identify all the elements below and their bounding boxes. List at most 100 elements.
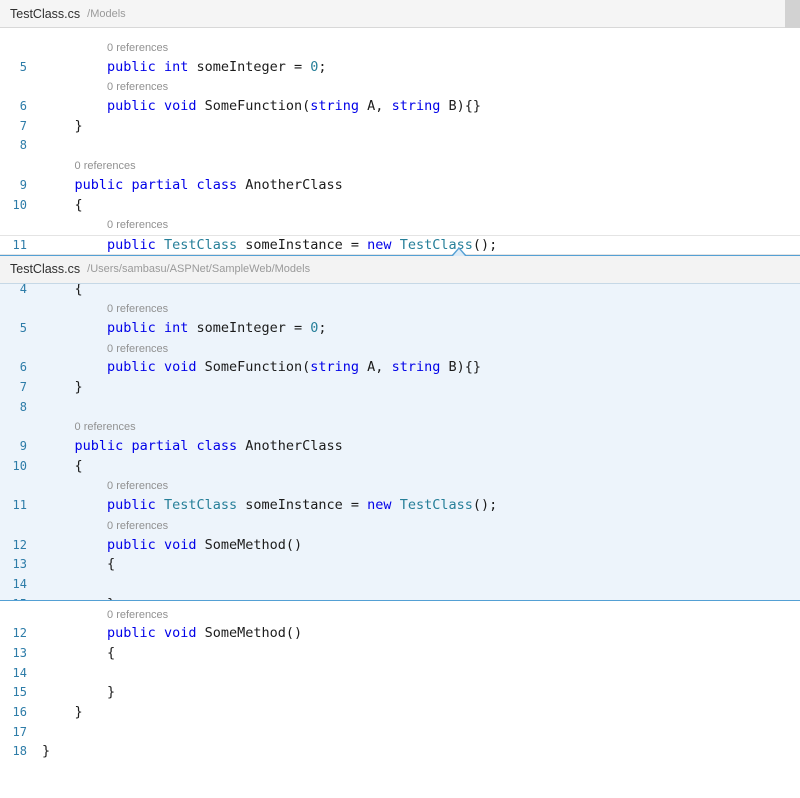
references-codelens[interactable]: 0 references xyxy=(75,160,136,172)
line-number[interactable]: 8 xyxy=(0,398,42,418)
line-number[interactable]: 12 xyxy=(0,536,42,556)
line-number[interactable]: 15 xyxy=(0,595,42,600)
code-line[interactable]: 12 public void SomeMethod() xyxy=(0,624,800,644)
code-text: { xyxy=(42,555,115,575)
line-number[interactable]: 5 xyxy=(0,58,42,78)
line-number[interactable]: 16 xyxy=(0,703,42,723)
code-text: public partial class AnotherClass xyxy=(42,176,343,196)
line-number[interactable]: 18 xyxy=(0,742,42,762)
scrollbar-corner[interactable] xyxy=(785,0,800,28)
code-text: { xyxy=(42,644,115,664)
code-text: 0 references xyxy=(42,476,168,497)
code-text: public void SomeFunction(string A, strin… xyxy=(42,358,481,378)
codelens-line[interactable]: 0 references xyxy=(0,77,800,97)
code-line[interactable]: 13 { xyxy=(0,644,800,664)
editor-tab-header: TestClass.cs /Models xyxy=(0,0,800,28)
code-text: public void SomeMethod() xyxy=(42,624,302,644)
file-path: /Models xyxy=(87,8,126,20)
code-text: 0 references xyxy=(42,215,168,236)
code-line[interactable]: 4 { xyxy=(0,284,800,300)
code-line[interactable]: 17 xyxy=(0,723,800,743)
code-text: public void SomeFunction(string A, strin… xyxy=(42,97,481,117)
code-line[interactable]: 10 { xyxy=(0,196,800,216)
code-line[interactable]: 9 public partial class AnotherClass xyxy=(0,437,800,457)
line-number[interactable]: 9 xyxy=(0,176,42,196)
peek-file-path: /Users/sambasu/ASPNet/SampleWeb/Models xyxy=(87,263,310,275)
code-line[interactable]: 7 } xyxy=(0,378,800,398)
code-line[interactable]: 13 { xyxy=(0,555,800,575)
references-codelens[interactable]: 0 references xyxy=(107,42,168,54)
codelens-line[interactable]: 0 references xyxy=(0,299,800,319)
peek-header[interactable]: TestClass.cs /Users/sambasu/ASPNet/Sampl… xyxy=(0,256,800,284)
line-number[interactable]: 7 xyxy=(0,117,42,137)
codelens-line[interactable]: 0 references xyxy=(0,339,800,359)
line-number[interactable]: 10 xyxy=(0,196,42,216)
line-number[interactable]: 14 xyxy=(0,575,42,595)
codelens-line[interactable]: 0 references xyxy=(0,516,800,536)
line-number[interactable]: 5 xyxy=(0,319,42,339)
codelens-line[interactable]: 0 references xyxy=(0,38,800,58)
line-number[interactable]: 12 xyxy=(0,624,42,644)
references-codelens[interactable]: 0 references xyxy=(107,520,168,532)
code-line[interactable]: 9 public partial class AnotherClass xyxy=(0,176,800,196)
code-line[interactable]: 10 { xyxy=(0,457,800,477)
code-line[interactable]: 18} xyxy=(0,742,800,762)
code-line[interactable]: 11 public TestClass someInstance = new T… xyxy=(0,235,800,255)
code-line[interactable]: 8 xyxy=(0,398,800,418)
code-line[interactable]: 14 xyxy=(0,575,800,595)
code-text: 0 references xyxy=(42,516,168,537)
code-line[interactable]: 6 public void SomeFunction(string A, str… xyxy=(0,97,800,117)
code-text: 0 references xyxy=(42,77,168,98)
code-text: } xyxy=(42,595,115,600)
references-codelens[interactable]: 0 references xyxy=(107,343,168,355)
line-number[interactable]: 11 xyxy=(0,496,42,516)
line-number[interactable]: 9 xyxy=(0,437,42,457)
peek-file-name: TestClass.cs xyxy=(10,262,80,276)
codelens-line[interactable]: 0 references xyxy=(0,215,800,235)
code-line[interactable]: 15 } xyxy=(0,683,800,703)
code-line[interactable]: 15 } xyxy=(0,595,800,600)
code-line[interactable]: 7 } xyxy=(0,117,800,137)
line-number[interactable]: 6 xyxy=(0,358,42,378)
line-number[interactable]: 15 xyxy=(0,683,42,703)
peek-anchor-caret-icon xyxy=(451,247,467,256)
references-codelens[interactable]: 0 references xyxy=(107,81,168,93)
editor-top: 0 references 5 public int someInteger = 0… xyxy=(0,28,800,255)
code-line[interactable]: 12 public void SomeMethod() xyxy=(0,536,800,556)
code-text: { xyxy=(42,457,83,477)
editor-bottom: 0 references12 public void SomeMethod()1… xyxy=(0,601,800,763)
line-number[interactable]: 14 xyxy=(0,664,42,684)
code-text: 0 references xyxy=(42,417,136,438)
line-number[interactable]: 8 xyxy=(0,136,42,156)
code-text: 0 references xyxy=(42,299,168,320)
references-codelens[interactable]: 0 references xyxy=(107,303,168,315)
references-codelens[interactable]: 0 references xyxy=(75,421,136,433)
file-name[interactable]: TestClass.cs xyxy=(10,7,80,21)
code-line[interactable]: 11 public TestClass someInstance = new T… xyxy=(0,496,800,516)
line-number[interactable]: 7 xyxy=(0,378,42,398)
line-number[interactable]: 11 xyxy=(0,236,42,256)
code-text: { xyxy=(42,284,83,300)
line-number[interactable]: 13 xyxy=(0,555,42,575)
references-codelens[interactable]: 0 references xyxy=(107,609,168,621)
line-number[interactable]: 10 xyxy=(0,457,42,477)
codelens-line[interactable]: 0 references xyxy=(0,417,800,437)
codelens-line[interactable]: 0 references xyxy=(0,605,800,625)
references-codelens[interactable]: 0 references xyxy=(107,480,168,492)
references-codelens[interactable]: 0 references xyxy=(107,219,168,231)
code-line[interactable]: 6 public void SomeFunction(string A, str… xyxy=(0,358,800,378)
code-text: 0 references xyxy=(42,339,168,360)
code-text: public int someInteger = 0; xyxy=(42,58,327,78)
code-line[interactable]: 5 public int someInteger = 0; xyxy=(0,58,800,78)
code-line[interactable]: 5 public int someInteger = 0; xyxy=(0,319,800,339)
codelens-line[interactable]: 0 references xyxy=(0,476,800,496)
code-line[interactable]: 16 } xyxy=(0,703,800,723)
code-text: } xyxy=(42,742,50,762)
codelens-line[interactable]: 0 references xyxy=(0,156,800,176)
line-number[interactable]: 17 xyxy=(0,723,42,743)
line-number[interactable]: 6 xyxy=(0,97,42,117)
line-number[interactable]: 13 xyxy=(0,644,42,664)
line-number[interactable]: 4 xyxy=(0,284,42,300)
code-line[interactable]: 14 xyxy=(0,664,800,684)
code-line[interactable]: 8 xyxy=(0,136,800,156)
